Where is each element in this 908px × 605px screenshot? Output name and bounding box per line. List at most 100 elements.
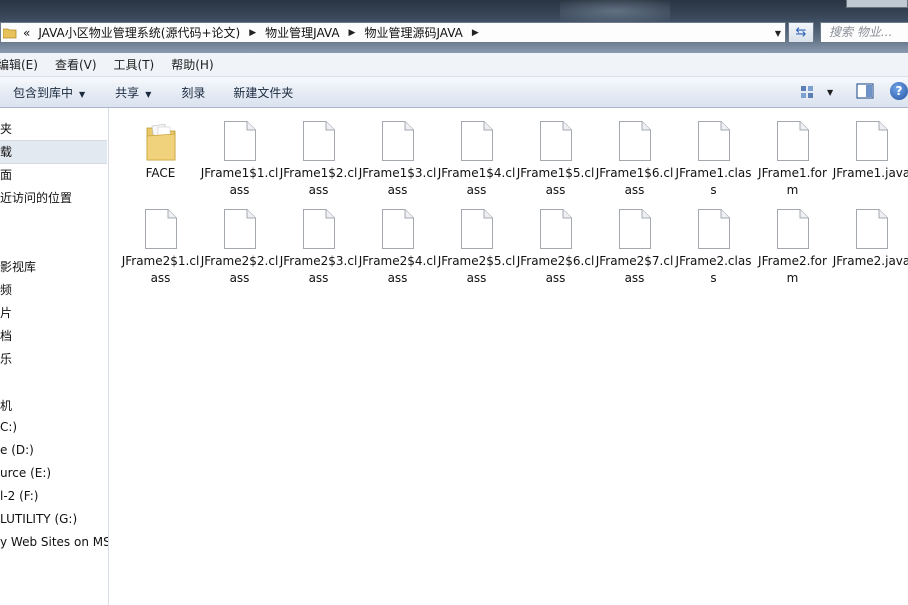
burn-button[interactable]: 刻录 bbox=[181, 84, 205, 101]
breadcrumb-segment-2[interactable]: 物业管理JAVA bbox=[265, 24, 339, 41]
document-icon bbox=[302, 121, 335, 161]
file-name: JFrame2$1.class bbox=[121, 254, 200, 285]
help-button[interactable]: ? bbox=[890, 82, 908, 100]
file-item[interactable]: JFrame2$2.class bbox=[200, 208, 279, 287]
file-name: JFrame1$6.class bbox=[595, 166, 674, 197]
document-icon bbox=[381, 209, 414, 249]
nav-item-drive-d[interactable]: e (D:) bbox=[0, 443, 34, 457]
file-item[interactable]: JFrame2$3.class bbox=[279, 208, 358, 287]
file-item[interactable]: JFrame2.form bbox=[753, 208, 832, 287]
breadcrumb-segment-3[interactable]: 物业管理源码JAVA bbox=[364, 24, 462, 41]
document-icon bbox=[539, 121, 572, 161]
nav-item-video-library[interactable]: 影视库 bbox=[0, 258, 36, 275]
file-name: JFrame2$6.class bbox=[516, 254, 595, 285]
document-icon bbox=[697, 121, 730, 161]
file-item[interactable]: JFrame2$1.class bbox=[121, 208, 200, 287]
menu-edit[interactable]: 编辑(E) bbox=[0, 56, 38, 73]
menu-tools[interactable]: 工具(T) bbox=[114, 56, 155, 73]
folder-icon bbox=[3, 28, 17, 38]
dropdown-arrow-icon: ▼ bbox=[827, 87, 834, 97]
document-icon bbox=[697, 209, 730, 249]
file-list[interactable]: FACE JFrame1$1.class JFrame1$2.class JFrame… bbox=[109, 108, 908, 605]
menu-view[interactable]: 查看(V) bbox=[55, 56, 97, 73]
document-icon bbox=[302, 209, 335, 249]
nav-item-videos[interactable]: 频 bbox=[0, 281, 12, 298]
document-icon bbox=[618, 121, 651, 161]
breadcrumb-separator-icon[interactable]: ▶ bbox=[349, 28, 356, 38]
file-name: JFrame1.class bbox=[675, 166, 752, 197]
nav-item-drive-f[interactable]: l-2 (F:) bbox=[0, 489, 39, 503]
address-bar[interactable]: « JAVA小区物业管理系统(源代码+论文) ▶ 物业管理JAVA ▶ 物业管理… bbox=[0, 22, 786, 43]
window-controls[interactable] bbox=[846, 0, 908, 8]
include-in-library-button[interactable]: 包含到库中 ▼ bbox=[13, 84, 85, 101]
file-name: JFrame2$4.class bbox=[358, 254, 437, 285]
document-icon bbox=[460, 209, 493, 249]
nav-item-computer[interactable]: 机 bbox=[0, 397, 12, 414]
file-item[interactable]: JFrame1$5.class bbox=[516, 120, 595, 199]
document-icon bbox=[855, 121, 888, 161]
file-item[interactable]: JFrame2$4.class bbox=[358, 208, 437, 287]
navigation-pane: 夹 载 面 近访问的位置 影视库 频 片 档 乐 机 C:) e (D:) ur… bbox=[0, 108, 109, 605]
nav-item-drive-e[interactable]: urce (E:) bbox=[0, 466, 51, 480]
file-item[interactable]: JFrame1$2.class bbox=[279, 120, 358, 199]
address-dropdown-icon[interactable]: ▼ bbox=[775, 29, 781, 38]
menu-bar: 编辑(E) 查看(V) 工具(T) 帮助(H) bbox=[0, 53, 908, 77]
file-item[interactable]: JFrame2$5.class bbox=[437, 208, 516, 287]
refresh-icon: ⇆ bbox=[795, 25, 807, 40]
document-icon bbox=[460, 121, 493, 161]
document-icon bbox=[539, 209, 572, 249]
file-item[interactable]: JFrame1$3.class bbox=[358, 120, 437, 199]
document-icon bbox=[618, 209, 651, 249]
file-item[interactable]: JFrame1$6.class bbox=[595, 120, 674, 199]
menu-help[interactable]: 帮助(H) bbox=[171, 56, 213, 73]
file-item[interactable]: JFrame2$6.class bbox=[516, 208, 595, 287]
file-item[interactable]: JFrame2.java bbox=[832, 208, 908, 270]
document-icon bbox=[776, 209, 809, 249]
nav-item-favorites[interactable]: 夹 bbox=[0, 120, 12, 137]
view-grid-icon bbox=[801, 86, 813, 98]
nav-item-downloads[interactable]: 载 bbox=[0, 143, 12, 160]
share-button[interactable]: 共享 ▼ bbox=[115, 84, 151, 101]
nav-item-recent-places[interactable]: 近访问的位置 bbox=[0, 189, 72, 206]
nav-item-drive-c[interactable]: C:) bbox=[0, 420, 17, 434]
folder-icon bbox=[146, 123, 175, 161]
nav-item-drive-g[interactable]: LUTILITY (G:) bbox=[0, 512, 77, 526]
file-name: JFrame2$7.class bbox=[595, 254, 674, 285]
file-name: JFrame1.form bbox=[758, 166, 827, 197]
file-name: JFrame1.java bbox=[832, 166, 908, 180]
nav-item-documents[interactable]: 档 bbox=[0, 327, 12, 344]
nav-item-desktop[interactable]: 面 bbox=[0, 166, 12, 183]
file-item[interactable]: JFrame1.java bbox=[832, 120, 908, 182]
breadcrumb-separator-icon[interactable]: ▶ bbox=[249, 28, 256, 38]
file-item[interactable]: JFrame2$7.class bbox=[595, 208, 674, 287]
file-name: JFrame1$1.class bbox=[200, 166, 279, 197]
document-icon bbox=[855, 209, 888, 249]
file-name: JFrame1$5.class bbox=[516, 166, 595, 197]
dropdown-arrow-icon: ▼ bbox=[145, 89, 152, 99]
search-input[interactable]: 搜索 物业... bbox=[820, 22, 908, 43]
preview-pane-button[interactable] bbox=[856, 83, 874, 99]
nav-item-pictures[interactable]: 片 bbox=[0, 304, 12, 321]
document-icon bbox=[776, 121, 809, 161]
file-name: JFrame1$2.class bbox=[279, 166, 358, 197]
file-name: JFrame2$2.class bbox=[200, 254, 279, 285]
file-item[interactable]: JFrame2.class bbox=[674, 208, 753, 287]
file-name: JFrame2.class bbox=[675, 254, 752, 285]
file-item[interactable]: JFrame1.form bbox=[753, 120, 832, 199]
folder-item[interactable]: FACE bbox=[121, 120, 200, 182]
nav-item-music[interactable]: 乐 bbox=[0, 350, 12, 367]
breadcrumb-separator-icon[interactable]: ▶ bbox=[472, 28, 479, 38]
nav-item-msn-web-sites[interactable]: y Web Sites on MSN bbox=[0, 535, 108, 549]
new-folder-button[interactable]: 新建文件夹 bbox=[233, 84, 293, 101]
breadcrumb-segment-1[interactable]: JAVA小区物业管理系统(源代码+论文) bbox=[38, 24, 240, 41]
nav-selection-highlight bbox=[0, 140, 107, 164]
command-bar: 包含到库中 ▼ 共享 ▼ 刻录 新建文件夹 bbox=[0, 77, 908, 108]
change-view-button[interactable]: ▼ bbox=[800, 84, 840, 100]
document-icon bbox=[223, 121, 256, 161]
file-item[interactable]: JFrame1.class bbox=[674, 120, 753, 199]
file-item[interactable]: JFrame1$4.class bbox=[437, 120, 516, 199]
address-overflow[interactable]: « bbox=[23, 26, 30, 40]
file-name: JFrame1$4.class bbox=[437, 166, 516, 197]
refresh-button[interactable]: ⇆ bbox=[788, 22, 814, 43]
file-item[interactable]: JFrame1$1.class bbox=[200, 120, 279, 199]
